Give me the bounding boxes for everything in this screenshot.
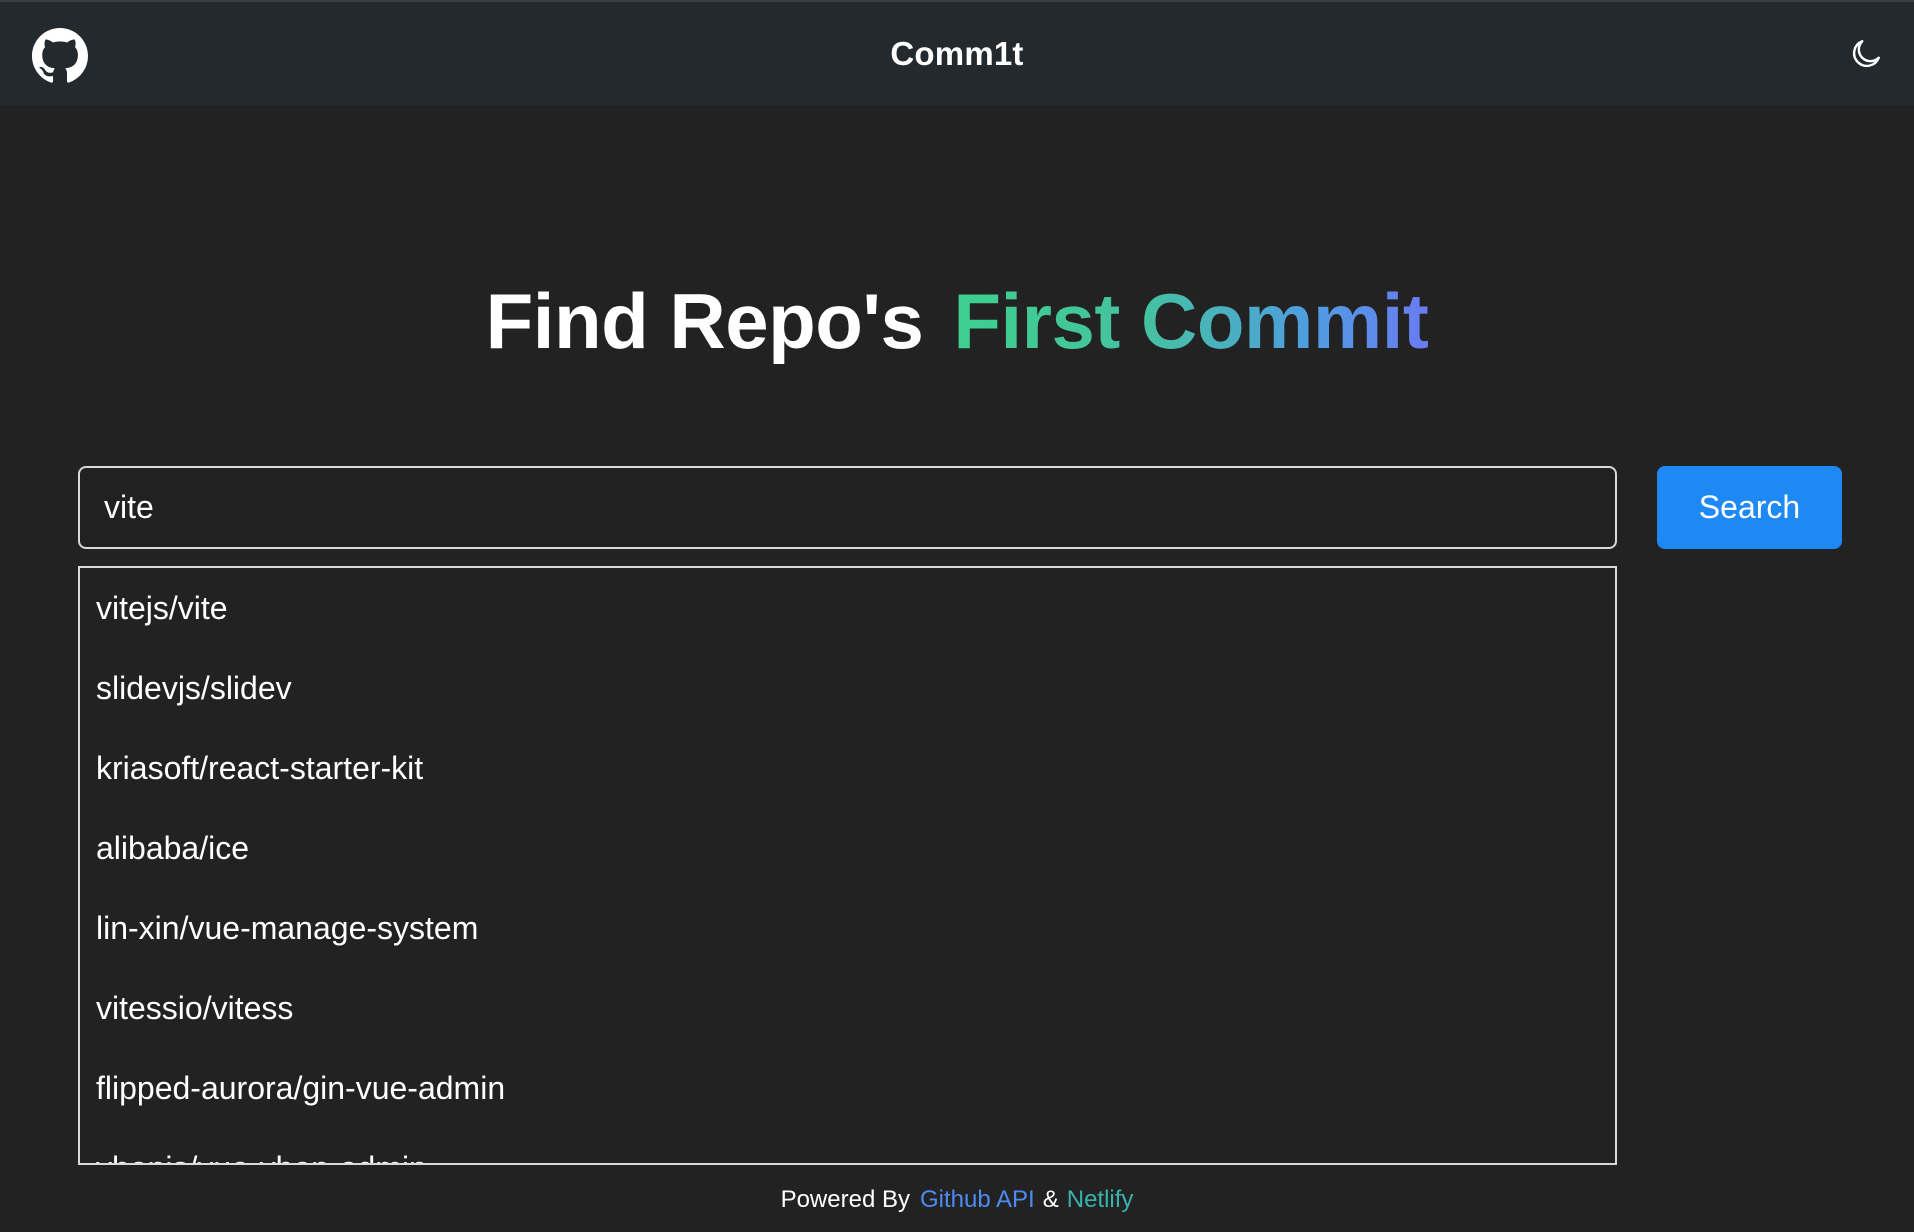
footer-prefix: Powered By: [780, 1186, 910, 1213]
search-input[interactable]: [78, 466, 1617, 549]
footer: Powered By Github API & Netlify: [0, 1186, 1914, 1214]
suggestion-item[interactable]: lin-xin/vue-manage-system: [80, 888, 1615, 968]
app-window: Comm1t Find Repo'sFirst Commit Search vi…: [0, 0, 1914, 1232]
suggestion-item[interactable]: flipped-aurora/gin-vue-admin: [80, 1048, 1615, 1128]
github-api-link[interactable]: Github API: [920, 1186, 1035, 1213]
moon-icon[interactable]: [1848, 36, 1884, 72]
suggestion-item[interactable]: slidevjs/slidev: [80, 648, 1615, 728]
search-button[interactable]: Search: [1657, 466, 1842, 549]
suggestion-item[interactable]: alibaba/ice: [80, 808, 1615, 888]
title-highlight: First Commit: [953, 277, 1429, 365]
suggestion-item[interactable]: vitejs/vite: [80, 568, 1615, 648]
page-title: Find Repo's First Commit: [0, 282, 1914, 360]
netlify-link[interactable]: Netlify: [1067, 1186, 1134, 1213]
suggestion-item[interactable]: vbenjs/vue-vben-admin: [80, 1128, 1615, 1163]
suggestion-item[interactable]: vitessio/vitess: [80, 968, 1615, 1048]
title-plain: Find Repo's: [485, 277, 924, 365]
github-icon[interactable]: [32, 28, 88, 84]
app-title: Comm1t: [890, 34, 1024, 72]
footer-separator: &: [1042, 1186, 1059, 1213]
suggestion-list[interactable]: vitejs/vite slidevjs/slidev kriasoft/rea…: [78, 566, 1617, 1165]
suggestion-item[interactable]: kriasoft/react-starter-kit: [80, 728, 1615, 808]
top-bar: Comm1t: [0, 2, 1914, 105]
